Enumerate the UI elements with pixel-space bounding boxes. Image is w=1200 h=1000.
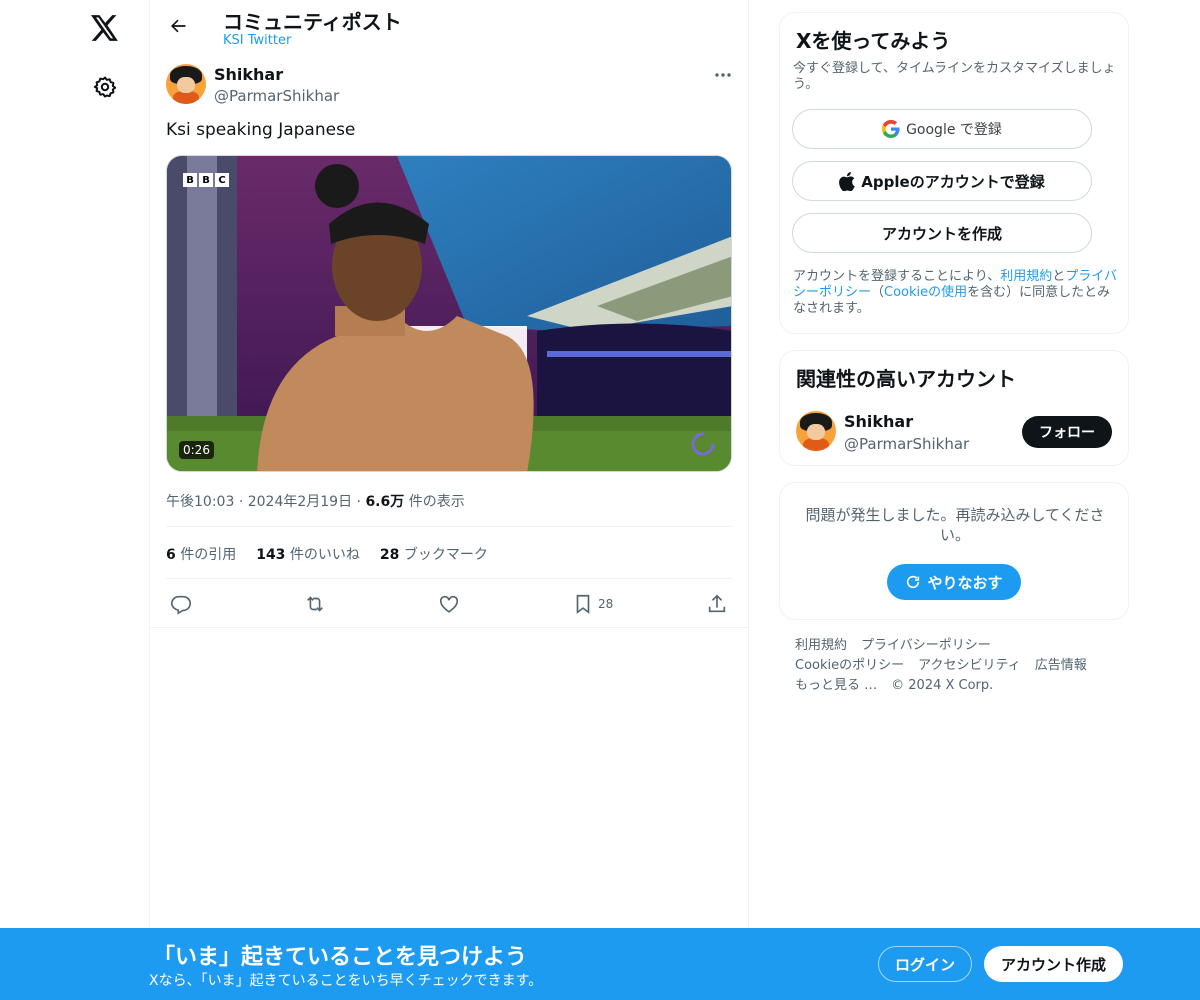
related-handle[interactable]: @ParmarShikhar xyxy=(844,435,969,453)
google-signup-label: Google で登録 xyxy=(906,122,1002,138)
tweet-date[interactable]: 2024年2月19日 xyxy=(248,494,352,510)
follow-button[interactable]: フォロー xyxy=(1022,416,1112,448)
retweet-button[interactable] xyxy=(304,590,326,618)
error-card: 問題が発生しました。再読み込みしてください。 やりなおす xyxy=(779,482,1129,620)
tweet-actions: 28 xyxy=(150,590,750,618)
author-name[interactable]: Shikhar xyxy=(214,65,283,84)
terms-link[interactable]: 利用規約 xyxy=(1000,269,1052,284)
related-accounts-card: 関連性の高いアカウント Shikhar @ParmarShikhar フォロー xyxy=(779,350,1129,466)
retweet-icon xyxy=(307,596,323,612)
community-link[interactable]: KSI Twitter xyxy=(223,33,291,48)
footer-accessibility[interactable]: アクセシビリティ xyxy=(918,656,1021,676)
gear-icon[interactable] xyxy=(91,73,119,101)
footer-privacy[interactable]: プライバシーポリシー xyxy=(861,636,991,656)
reply-icon xyxy=(171,595,191,615)
footer-ads[interactable]: 広告情報 xyxy=(1035,656,1087,676)
google-signup-button[interactable]: Google で登録 xyxy=(792,109,1092,149)
login-button[interactable]: ログイン xyxy=(878,946,972,982)
footer-more[interactable]: もっと見る … xyxy=(795,676,877,696)
tweet-time[interactable]: 午後10:03 xyxy=(166,494,234,510)
back-button[interactable] xyxy=(164,12,192,40)
back-arrow-icon xyxy=(171,19,186,33)
signup-banner: 「いま」起きていることを見つけよう Xなら、「いま」起きていることをいち早くチェ… xyxy=(0,928,1200,1000)
main-column: コミュニティポスト KSI Twitter Shikhar @ParmarShi… xyxy=(149,0,749,1000)
x-logo-icon[interactable] xyxy=(89,12,121,44)
page-title: コミュニティポスト xyxy=(223,10,402,34)
create-account-button[interactable]: アカウントを作成 xyxy=(792,213,1092,253)
error-message: 問題が発生しました。再読み込みしてください。 xyxy=(805,506,1105,544)
signup-title: Xを使ってみよう xyxy=(796,29,951,53)
signup-description: 今すぐ登録して、タイムラインをカスタマイズしましょう。 xyxy=(793,61,1116,92)
related-name[interactable]: Shikhar xyxy=(844,412,913,431)
video-duration: 0:26 xyxy=(179,441,214,459)
like-button[interactable] xyxy=(438,590,460,618)
share-button[interactable] xyxy=(706,590,728,618)
footer-terms[interactable]: 利用規約 xyxy=(795,636,847,656)
create-account-label: アカウントを作成 xyxy=(881,224,1002,243)
video-player[interactable]: B B C 0:26 xyxy=(166,155,732,472)
legal-text: アカウントを登録することにより、利用規約とプライバシーポリシー（Cookieの使… xyxy=(793,269,1118,316)
bookmarks-stat[interactable]: 28 ブックマーク xyxy=(380,544,488,564)
footer-cookie[interactable]: Cookieのポリシー xyxy=(795,656,904,676)
footer-copyright: © 2024 X Corp. xyxy=(891,678,994,693)
tweet-text: Ksi speaking Japanese xyxy=(166,120,356,140)
retry-button[interactable]: やりなおす xyxy=(887,564,1021,600)
cookie-link[interactable]: Cookieの使用 xyxy=(884,285,967,300)
refresh-icon xyxy=(907,575,920,589)
avatar[interactable] xyxy=(796,411,836,451)
related-title: 関連性の高いアカウント xyxy=(796,367,1016,391)
banner-title: 「いま」起きていることを見つけよう xyxy=(153,945,528,970)
tweet-meta: 午後10:03 · 2024年2月19日 · 6.6万 件の表示 xyxy=(166,494,465,510)
view-count: 6.6万 xyxy=(365,494,405,510)
signup-card: Xを使ってみよう 今すぐ登録して、タイムラインをカスタマイズしましょう。 Goo… xyxy=(779,12,1129,334)
video-thumbnail xyxy=(167,156,731,471)
view-label: 件の表示 xyxy=(408,494,465,510)
retry-label: やりなおす xyxy=(927,573,1003,592)
likes-stat[interactable]: 143 件のいいね xyxy=(256,544,360,564)
footer-links: 利用規約 プライバシーポリシー Cookieのポリシー アクセシビリティ 広告情… xyxy=(795,636,1115,696)
left-nav xyxy=(0,0,150,1000)
author-handle[interactable]: @ParmarShikhar xyxy=(214,87,339,105)
tweet-stats: 6 件の引用 143 件のいいね 28 ブックマーク xyxy=(166,544,488,564)
loading-indicator-icon xyxy=(691,432,715,456)
google-icon xyxy=(882,120,900,138)
bookmark-count: 28 xyxy=(598,597,614,611)
apple-icon xyxy=(839,171,855,191)
apple-signup-button[interactable]: Appleのアカウントで登録 xyxy=(792,161,1092,201)
bookmark-button[interactable]: 28 xyxy=(572,590,613,618)
bbc-watermark: B B C xyxy=(183,173,229,187)
like-icon xyxy=(439,595,459,613)
divider xyxy=(150,627,748,628)
share-icon xyxy=(708,594,726,613)
apple-signup-label: Appleのアカウントで登録 xyxy=(861,172,1045,191)
avatar[interactable] xyxy=(166,64,206,104)
divider xyxy=(166,526,732,527)
divider xyxy=(166,578,732,579)
reply-button[interactable] xyxy=(170,590,192,618)
bookmark-icon xyxy=(576,594,590,614)
banner-subtitle: Xなら、「いま」起きていることをいち早くチェックできます。 xyxy=(149,973,543,989)
quotes-stat[interactable]: 6 件の引用 xyxy=(166,544,236,564)
more-icon[interactable] xyxy=(710,64,736,86)
banner-create-account-button[interactable]: アカウント作成 xyxy=(984,946,1123,982)
